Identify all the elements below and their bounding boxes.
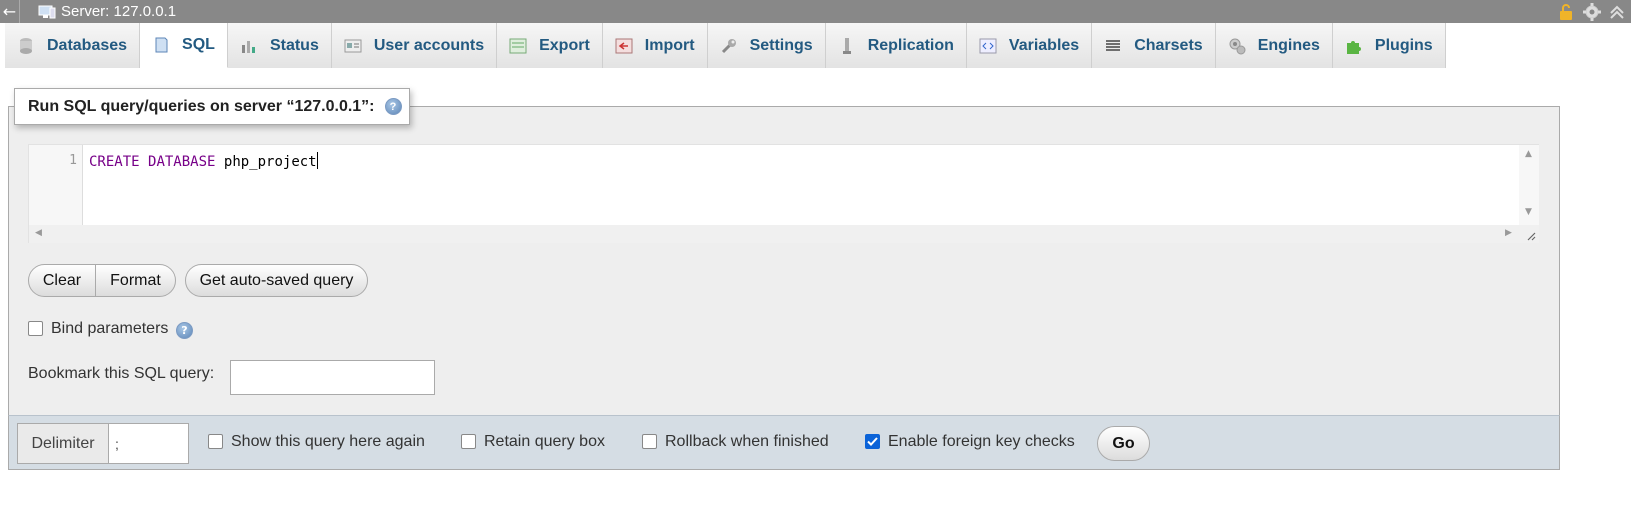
database-icon [17,37,35,55]
checkmark-icon [867,437,878,446]
tab-sql[interactable]: SQL [140,23,228,68]
sql-code[interactable]: CREATE DATABASE php_project [89,152,318,170]
tab-engines[interactable]: Engines [1215,23,1333,68]
wrench-icon [720,37,738,55]
tab-export[interactable]: Export [497,23,603,68]
tab-import[interactable]: Import [602,23,708,68]
scroll-left-icon[interactable]: ◀ [35,228,42,238]
plugins-icon [1345,37,1363,55]
scroll-down-icon[interactable]: ▼ [1525,207,1532,217]
tab-label: User accounts [373,36,485,54]
tab-status[interactable]: Status [227,23,332,68]
line-gutter: 1 [29,145,83,225]
tab-replication[interactable]: Replication [825,23,967,68]
horizontal-scrollbar[interactable]: ◀ ▶ [29,225,1519,243]
go-button[interactable]: Go [1097,426,1150,461]
sql-identifier: php_project [223,154,317,170]
tab-label: Databases [47,36,128,54]
replication-icon [838,37,856,55]
tab-label: Plugins [1374,36,1433,54]
tab-label: Export [539,36,590,54]
foreign-key-checks-label: Enable foreign key checks [888,433,1075,450]
tab-label: Charsets [1134,36,1203,54]
tab-label: Status [269,36,319,54]
bind-parameters-checkbox[interactable] [28,321,43,336]
retain-query-box-label: Retain query box [484,433,605,450]
rollback-label: Rollback when finished [665,433,829,450]
tab-charsets[interactable]: Charsets [1092,23,1216,68]
delimiter-label: Delimiter [18,424,109,463]
delimiter-input[interactable]: ; [109,424,188,463]
tab-settings[interactable]: Settings [707,23,826,68]
scroll-right-icon[interactable]: ▶ [1505,228,1512,238]
scroll-up-icon[interactable]: ▲ [1525,149,1532,159]
import-icon [615,37,633,55]
tab-plugins[interactable]: Plugins [1332,23,1446,68]
charsets-icon [1104,37,1122,55]
bookmark-input[interactable] [230,360,435,395]
text-cursor [316,152,318,169]
show-query-checkbox[interactable] [208,434,223,449]
line-number: 1 [69,153,77,168]
tab-user-accounts[interactable]: User accounts [331,23,498,68]
variables-icon [979,37,997,55]
help-icon[interactable]: ? [176,322,193,339]
bookmark-label: Bookmark this SQL query: [28,365,215,382]
help-icon[interactable]: ? [384,98,402,115]
collapse-icon[interactable] [1609,4,1625,20]
sql-keyword: DATABASE [148,154,216,170]
foreign-key-checks-checkbox[interactable] [865,434,880,449]
show-query-label: Show this query here again [231,433,425,450]
tab-label: SQL [182,36,215,53]
query-legend: Run SQL query/queries on server “127.0.0… [14,88,410,125]
rollback-checkbox[interactable] [642,434,657,449]
gear-icon[interactable] [1583,2,1601,21]
back-arrow-icon[interactable]: ← [0,0,20,23]
sql-keyword: CREATE [89,154,140,170]
retain-query-box-checkbox[interactable] [461,434,476,449]
resize-handle-icon[interactable] [1519,225,1539,243]
format-button[interactable]: Format [95,264,176,297]
server-tabs: Databases SQL Status User accounts Expor… [5,23,1446,68]
tab-label: Engines [1257,36,1320,54]
vertical-scrollbar[interactable]: ▲ ▼ [1519,145,1539,225]
delimiter-group: Delimiter ; [17,423,189,464]
legend-text: Run SQL query/queries on server “127.0.0… [28,97,375,115]
tab-variables[interactable]: Variables [966,23,1093,68]
tab-label: Variables [1008,36,1080,54]
engines-icon [1228,37,1246,55]
tab-label: Import [644,36,695,54]
sql-editor[interactable]: 1 CREATE DATABASE php_project ▲ ▼ ◀ ▶ [28,144,1539,243]
server-icon [38,5,56,18]
sql-icon [152,36,170,54]
status-icon [240,37,258,55]
tab-databases[interactable]: Databases [5,23,141,68]
user-accounts-icon [344,37,362,55]
export-icon [509,37,527,55]
tab-label: Replication [867,36,954,54]
get-auto-saved-query-button[interactable]: Get auto-saved query [185,264,368,297]
lock-icon[interactable] [1557,3,1575,21]
server-title: Server: 127.0.0.1 [61,3,177,20]
clear-button[interactable]: Clear [28,264,96,297]
server-bar: ← Server: 127.0.0.1 [0,0,1631,23]
tab-label: Settings [749,36,813,54]
bind-parameters-label: Bind parameters [51,320,169,337]
